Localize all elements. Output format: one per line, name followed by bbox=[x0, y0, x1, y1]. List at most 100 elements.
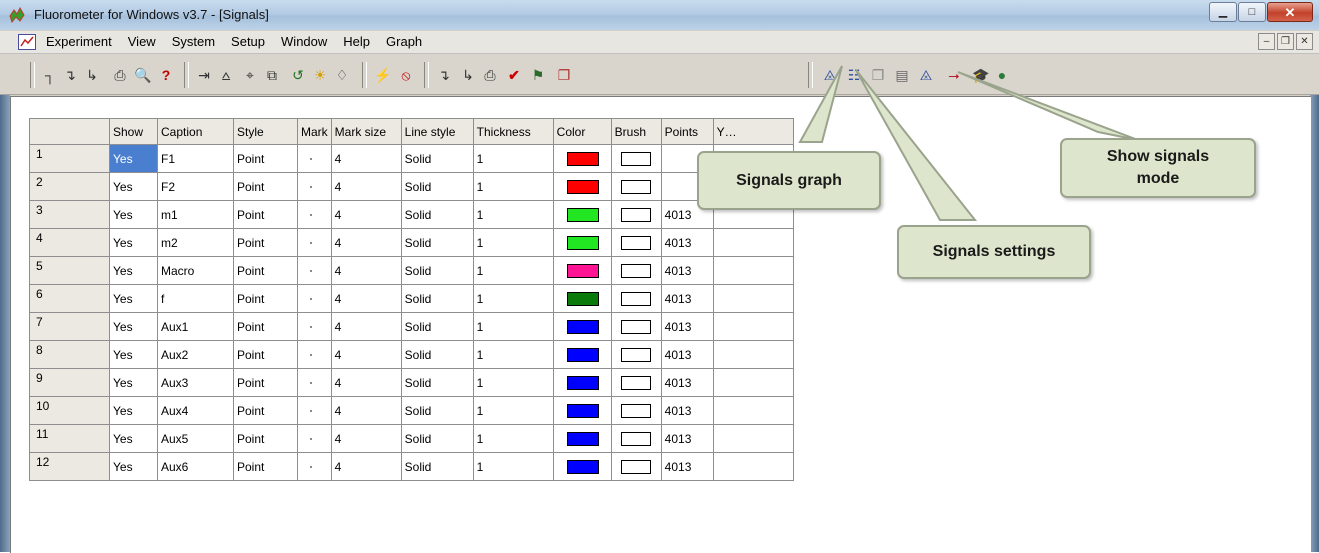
brush-cell[interactable] bbox=[610, 200, 662, 229]
points-cell[interactable]: 4013 bbox=[660, 284, 714, 313]
y-cell[interactable] bbox=[712, 284, 794, 313]
style-cell[interactable]: Point bbox=[233, 396, 298, 425]
check-icon[interactable]: ✔ bbox=[506, 67, 522, 83]
style-cell[interactable]: Point bbox=[233, 144, 298, 173]
brush-cell[interactable] bbox=[610, 256, 662, 285]
menu-graph[interactable]: Graph bbox=[386, 34, 422, 49]
points-cell[interactable]: 4013 bbox=[660, 340, 714, 369]
line-style-cell[interactable]: Solid bbox=[400, 452, 474, 481]
lightbulb-off-icon[interactable]: ♢ bbox=[334, 67, 350, 83]
line-style-cell[interactable]: Solid bbox=[400, 172, 474, 201]
mark-cell[interactable] bbox=[297, 396, 332, 425]
stop-icon[interactable]: ⦸ bbox=[398, 67, 414, 83]
thickness-cell[interactable]: 1 bbox=[472, 144, 554, 173]
thickness-cell[interactable]: 1 bbox=[472, 340, 554, 369]
style-cell[interactable]: Point bbox=[233, 424, 298, 453]
menu-window[interactable]: Window bbox=[281, 34, 327, 49]
line-style-cell[interactable]: Solid bbox=[400, 396, 474, 425]
column-header-style[interactable]: Style bbox=[233, 118, 298, 145]
y-cell[interactable] bbox=[712, 312, 794, 341]
thickness-cell[interactable]: 1 bbox=[472, 368, 554, 397]
export-icon[interactable]: ↳ bbox=[460, 67, 476, 83]
column-header-thickness[interactable]: Thickness bbox=[472, 118, 554, 145]
style-cell[interactable]: Point bbox=[233, 228, 298, 257]
table-row[interactable]: 12 Yes Aux6 Point 4 Solid 1 4013 bbox=[29, 452, 794, 481]
mark-size-cell[interactable]: 4 bbox=[330, 368, 402, 397]
y-cell[interactable] bbox=[712, 452, 794, 481]
column-header-points[interactable]: Points bbox=[660, 118, 714, 145]
mark-size-cell[interactable]: 4 bbox=[330, 228, 402, 257]
mark-cell[interactable] bbox=[297, 172, 332, 201]
table-row[interactable]: 9 Yes Aux3 Point 4 Solid 1 4013 bbox=[29, 368, 794, 397]
column-header-show[interactable]: Show bbox=[109, 118, 158, 145]
style-cell[interactable]: Point bbox=[233, 368, 298, 397]
lightbulb-on-icon[interactable]: ☀ bbox=[312, 67, 328, 83]
new-document-icon[interactable]: ┐ bbox=[42, 67, 58, 83]
show-cell[interactable]: Yes bbox=[109, 312, 158, 341]
caption-cell[interactable]: Aux3 bbox=[157, 368, 234, 397]
column-header-y[interactable]: Y… bbox=[712, 118, 794, 145]
line-style-cell[interactable]: Solid bbox=[400, 284, 474, 313]
table-row[interactable]: 10 Yes Aux4 Point 4 Solid 1 4013 bbox=[29, 396, 794, 425]
menu-system[interactable]: System bbox=[172, 34, 215, 49]
maximize-button[interactable]: □ bbox=[1238, 2, 1266, 22]
color-cell[interactable] bbox=[552, 172, 612, 201]
caption-cell[interactable]: f bbox=[157, 284, 234, 313]
color-cell[interactable] bbox=[552, 396, 612, 425]
brush-cell[interactable] bbox=[610, 396, 662, 425]
caption-cell[interactable]: m1 bbox=[157, 200, 234, 229]
color-cell[interactable] bbox=[552, 228, 612, 257]
menu-help[interactable]: Help bbox=[343, 34, 370, 49]
column-header-brush[interactable]: Brush bbox=[610, 118, 662, 145]
y-cell[interactable] bbox=[712, 396, 794, 425]
y-cell[interactable] bbox=[712, 340, 794, 369]
fit-horizontal-icon[interactable]: ⇥ bbox=[196, 67, 212, 83]
mark-cell[interactable] bbox=[297, 340, 332, 369]
thickness-cell[interactable]: 1 bbox=[472, 452, 554, 481]
brush-cell[interactable] bbox=[610, 228, 662, 257]
color-cell[interactable] bbox=[552, 284, 612, 313]
style-cell[interactable]: Point bbox=[233, 172, 298, 201]
print-data-icon[interactable]: ⎙ bbox=[482, 67, 498, 83]
color-cell[interactable] bbox=[552, 312, 612, 341]
color-cell[interactable] bbox=[552, 452, 612, 481]
caption-cell[interactable]: Aux2 bbox=[157, 340, 234, 369]
mark-size-cell[interactable]: 4 bbox=[330, 256, 402, 285]
brush-cell[interactable] bbox=[610, 312, 662, 341]
mdi-child-icon[interactable] bbox=[18, 34, 36, 50]
signals-settings-icon[interactable]: ☷ bbox=[846, 67, 862, 83]
open-icon[interactable]: ↴ bbox=[62, 67, 78, 83]
thickness-cell[interactable]: 1 bbox=[472, 396, 554, 425]
undo-icon[interactable]: ↺ bbox=[290, 67, 306, 83]
caption-cell[interactable]: Aux6 bbox=[157, 452, 234, 481]
mark-cell[interactable] bbox=[297, 144, 332, 173]
report-icon[interactable]: ❐ bbox=[556, 67, 572, 83]
color-cell[interactable] bbox=[552, 200, 612, 229]
mark-size-cell[interactable]: 4 bbox=[330, 172, 402, 201]
mdi-restore-button[interactable]: ❐ bbox=[1277, 33, 1294, 50]
thickness-cell[interactable]: 1 bbox=[472, 284, 554, 313]
mark-cell[interactable] bbox=[297, 452, 332, 481]
column-header-mark-size[interactable]: Mark size bbox=[330, 118, 402, 145]
style-cell[interactable]: Point bbox=[233, 284, 298, 313]
thickness-cell[interactable]: 1 bbox=[472, 312, 554, 341]
print-preview-icon[interactable]: 🔍 bbox=[134, 67, 151, 83]
style-cell[interactable]: Point bbox=[233, 340, 298, 369]
thickness-cell[interactable]: 1 bbox=[472, 256, 554, 285]
line-style-cell[interactable]: Solid bbox=[400, 144, 474, 173]
line-style-cell[interactable]: Solid bbox=[400, 424, 474, 453]
show-cell[interactable]: Yes bbox=[109, 340, 158, 369]
y-cell[interactable] bbox=[712, 424, 794, 453]
paste-graph-icon[interactable]: ▤ bbox=[894, 67, 910, 83]
mark-cell[interactable] bbox=[297, 368, 332, 397]
mark-size-cell[interactable]: 4 bbox=[330, 452, 402, 481]
mdi-close-button[interactable]: ✕ bbox=[1296, 33, 1313, 50]
mark-cell[interactable] bbox=[297, 312, 332, 341]
show-cell[interactable]: Yes bbox=[109, 200, 158, 229]
style-cell[interactable]: Point bbox=[233, 256, 298, 285]
mark-size-cell[interactable]: 4 bbox=[330, 312, 402, 341]
thickness-cell[interactable]: 1 bbox=[472, 228, 554, 257]
import-icon[interactable]: ↴ bbox=[436, 67, 452, 83]
save-icon[interactable]: ↳ bbox=[84, 67, 100, 83]
mark-size-cell[interactable]: 4 bbox=[330, 144, 402, 173]
